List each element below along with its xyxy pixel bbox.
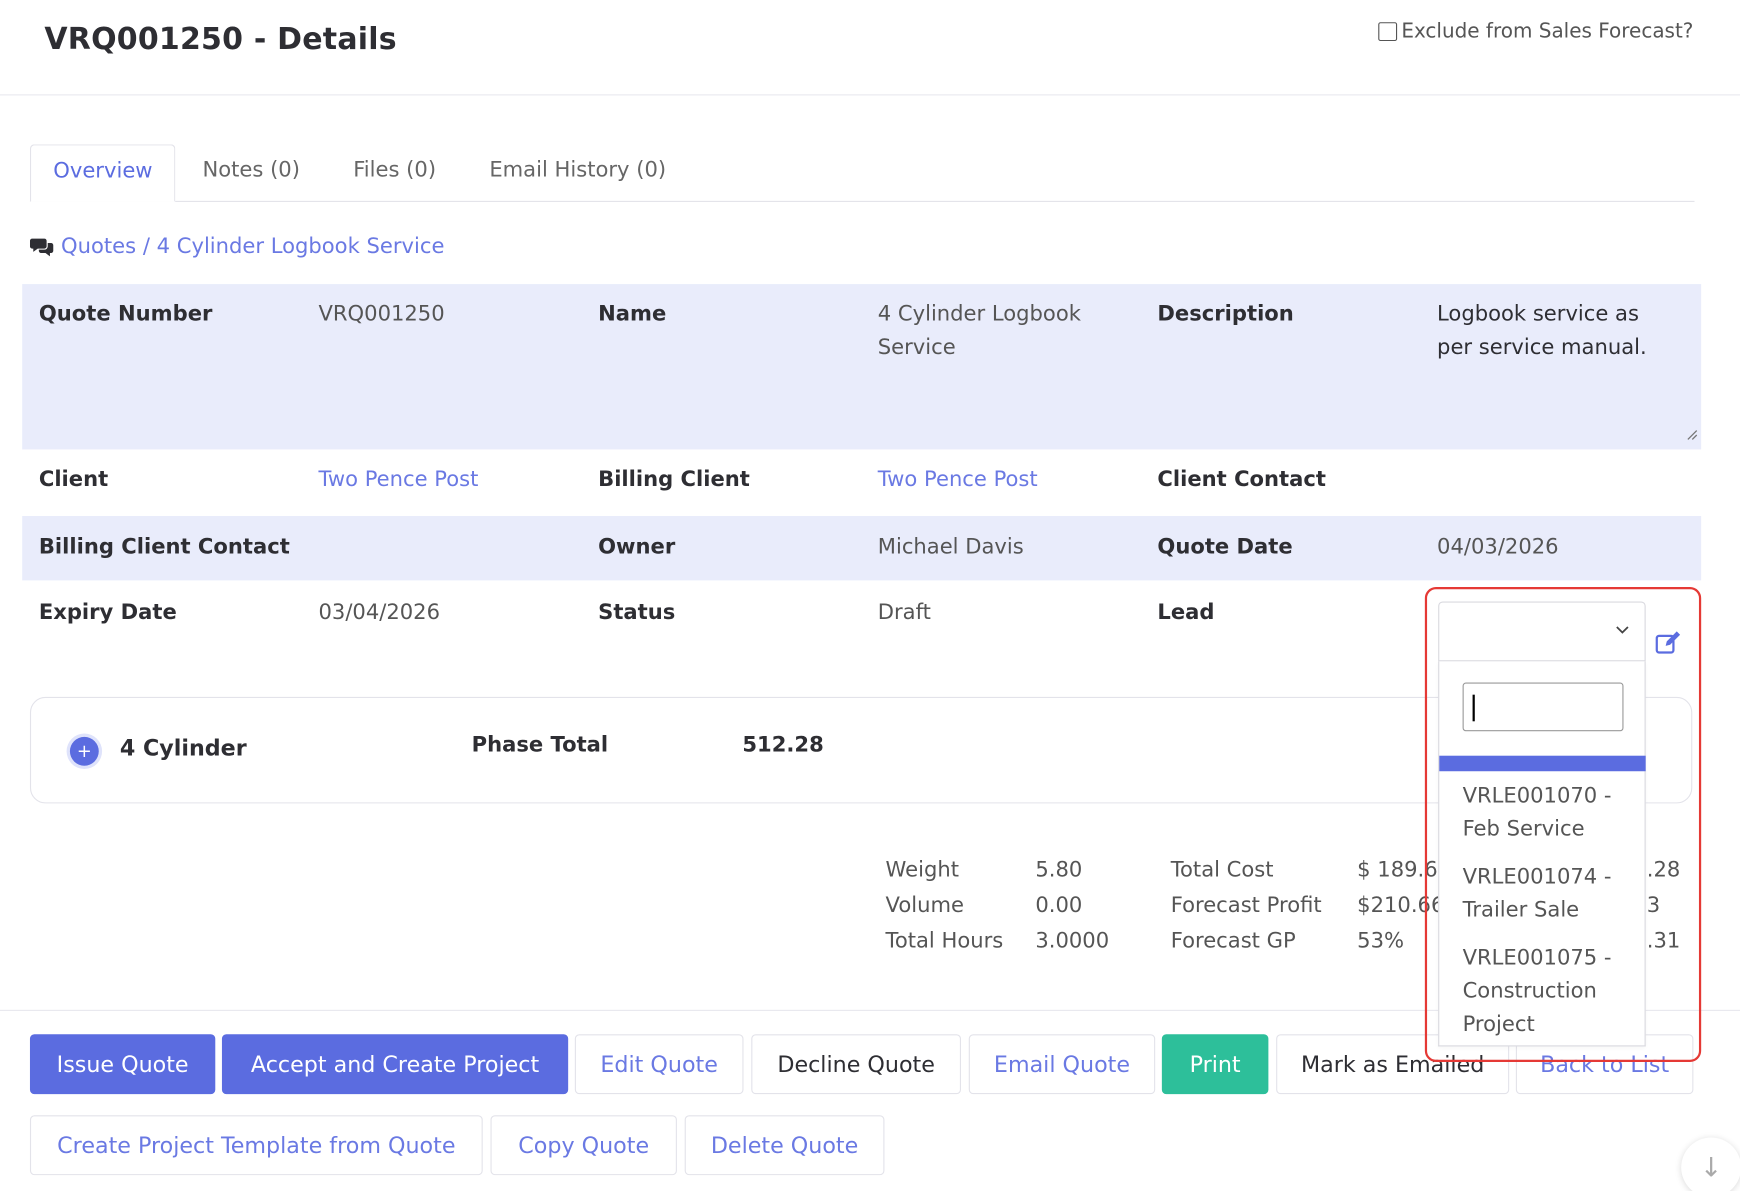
forecast-profit-label: Forecast Profit	[1170, 893, 1322, 918]
tab-files[interactable]: Files (0)	[327, 144, 463, 202]
forecast-gp-value: 53%	[1357, 928, 1405, 954]
client-label: Client	[38, 467, 109, 492]
details-row-3: Billing Client Contact Owner Michael Dav…	[22, 516, 1702, 581]
volume-value: 0.00	[1035, 893, 1083, 918]
billing-client-link[interactable]: Two Pence Post	[878, 463, 1038, 496]
edit-quote-button[interactable]: Edit Quote	[574, 1034, 744, 1095]
total-cost-label: Total Cost	[1170, 857, 1274, 883]
details-row-2: Client Two Pence Post Billing Client Two…	[22, 449, 1701, 516]
status-value: Draft	[877, 600, 931, 625]
name-label: Name	[598, 301, 667, 327]
breadcrumb-link[interactable]: Quotes / 4 Cylinder Logbook Service	[61, 234, 444, 258]
description-value-line1: Logbook service as	[1437, 301, 1639, 327]
details-row-1: Quote Number VRQ001250 Name 4 Cylinder L…	[22, 284, 1702, 450]
tab-overview[interactable]: Overview	[29, 144, 176, 202]
page-title: VRQ001250 - Details	[44, 22, 397, 57]
accept-create-project-button[interactable]: Accept and Create Project	[221, 1034, 569, 1095]
billing-client-label: Billing Client	[598, 467, 750, 492]
quote-number-value: VRQ001250	[318, 301, 445, 327]
highlight-annotation-box	[1424, 587, 1702, 1062]
owner-label: Owner	[598, 534, 676, 560]
phase-name: 4 Cylinder	[119, 734, 247, 762]
issue-quote-button[interactable]: Issue Quote	[29, 1034, 216, 1095]
create-project-template-button[interactable]: Create Project Template from Quote	[29, 1115, 483, 1176]
quote-number-label: Quote Number	[38, 301, 213, 327]
scroll-down-icon[interactable]: ↓	[1681, 1137, 1740, 1191]
phase-total-value: 512.28	[742, 732, 824, 757]
tab-bar: Overview Notes (0) Files (0) Email Histo…	[29, 144, 1695, 202]
lead-label: Lead	[1157, 600, 1215, 625]
delete-quote-button[interactable]: Delete Quote	[684, 1115, 885, 1176]
resize-handle-icon[interactable]	[1687, 429, 1698, 440]
print-button[interactable]: Print	[1161, 1034, 1269, 1095]
copy-quote-button[interactable]: Copy Quote	[490, 1115, 677, 1176]
phase-total-label: Phase Total	[471, 732, 609, 757]
exclude-forecast-label: Exclude from Sales Forecast?	[1401, 19, 1694, 44]
client-link[interactable]: Two Pence Post	[318, 463, 478, 496]
forecast-gp-label: Forecast GP	[1170, 928, 1296, 954]
breadcrumb[interactable]: Quotes / 4 Cylinder Logbook Service	[29, 234, 444, 259]
weight-label: Weight	[885, 857, 960, 883]
total-hours-value: 3.0000	[1035, 928, 1110, 954]
total-hours-label: Total Hours	[885, 928, 1004, 954]
name-value-line2: Service	[877, 335, 956, 360]
status-label: Status	[598, 600, 676, 625]
expiry-date-label: Expiry Date	[38, 600, 177, 625]
description-label: Description	[1157, 301, 1294, 327]
tab-email-history[interactable]: Email History (0)	[463, 144, 693, 202]
weight-value: 5.80	[1035, 857, 1083, 883]
quote-date-label: Quote Date	[1157, 534, 1293, 560]
page-header: VRQ001250 - Details Exclude from Sales F…	[0, 0, 1740, 96]
exclude-forecast-checkbox[interactable]	[1378, 22, 1397, 42]
email-quote-button[interactable]: Email Quote	[968, 1034, 1156, 1095]
quote-date-value: 04/03/2026	[1437, 534, 1559, 560]
name-value-line1: 4 Cylinder Logbook	[877, 301, 1081, 327]
billing-client-contact-label: Billing Client Contact	[38, 534, 290, 560]
exclude-forecast-toggle[interactable]: Exclude from Sales Forecast?	[1378, 20, 1693, 43]
expiry-date-value: 03/04/2026	[318, 600, 441, 625]
comments-icon	[29, 238, 54, 257]
decline-quote-button[interactable]: Decline Quote	[751, 1034, 962, 1095]
description-value-line2: per service manual.	[1437, 335, 1647, 360]
expand-phase-icon[interactable]: +	[69, 736, 99, 766]
volume-label: Volume	[885, 893, 964, 918]
tab-notes[interactable]: Notes (0)	[176, 144, 327, 202]
client-contact-label: Client Contact	[1157, 467, 1326, 492]
owner-value: Michael Davis	[877, 534, 1024, 560]
